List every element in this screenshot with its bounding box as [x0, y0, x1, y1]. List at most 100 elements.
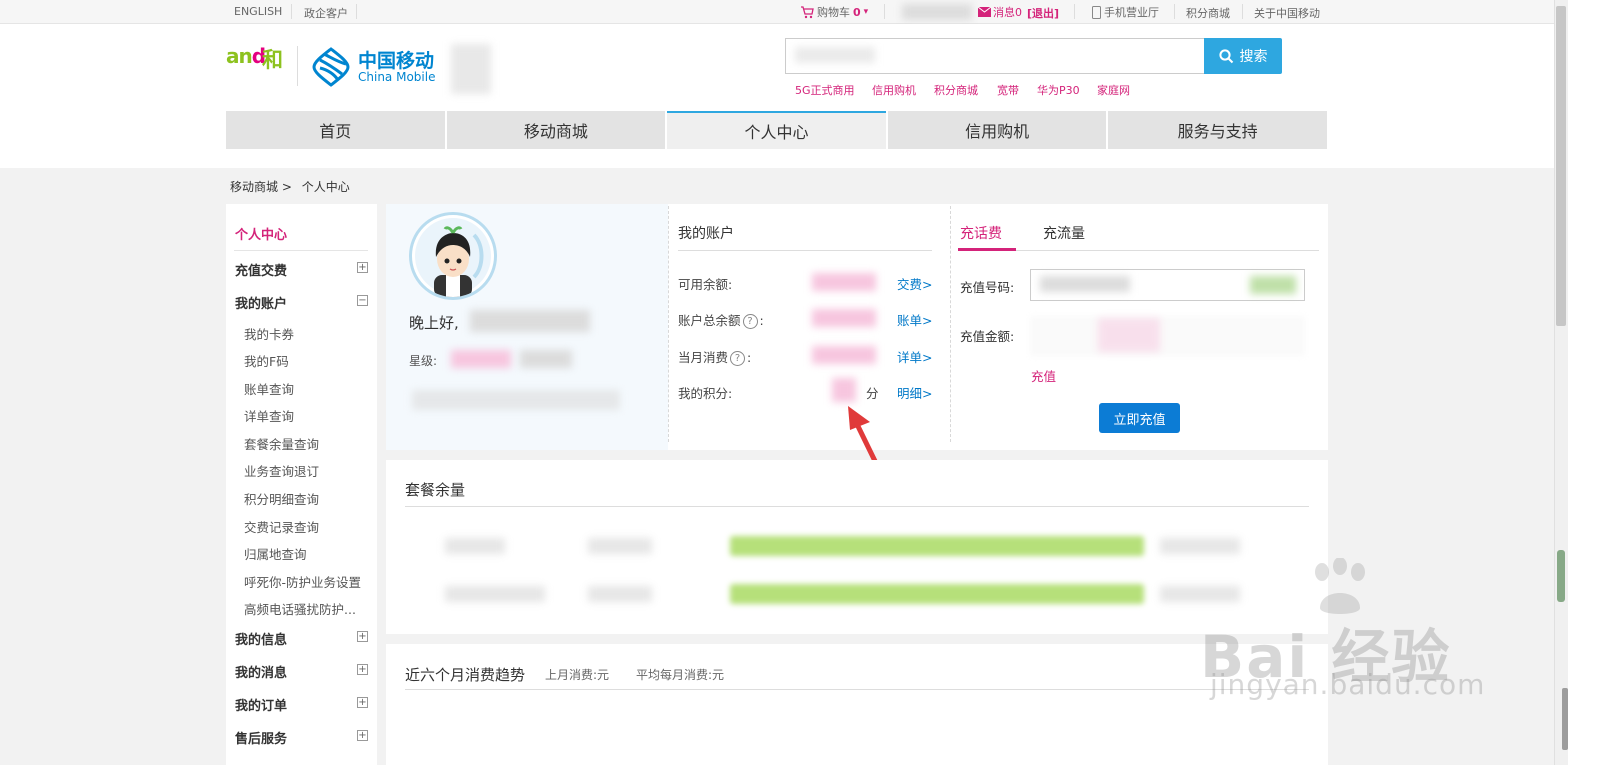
- divider: [405, 689, 1309, 690]
- pay-link[interactable]: 交费>: [897, 274, 932, 293]
- sidebar-sub-business[interactable]: 业务查询退订: [244, 461, 319, 480]
- sidebar-sub-bill[interactable]: 账单查询: [244, 379, 294, 398]
- about-link[interactable]: 关于中国移动: [1254, 5, 1320, 21]
- points-mall-link[interactable]: 积分商城: [1186, 5, 1230, 21]
- avatar[interactable]: [409, 212, 497, 300]
- expand-icon[interactable]: +: [357, 664, 368, 675]
- hot-link-points-mall[interactable]: 积分商城: [934, 82, 978, 98]
- phone-icon: [1092, 5, 1101, 19]
- chevron-down-icon: ▾: [863, 7, 869, 17]
- star-extra-redacted: [520, 350, 572, 368]
- recharge-now-button[interactable]: 立即充值: [1099, 403, 1180, 433]
- points-value: [832, 378, 856, 402]
- side-widget[interactable]: [1557, 550, 1565, 602]
- collapse-icon[interactable]: −: [357, 295, 368, 306]
- trend-title: 近六个月消费趋势: [405, 666, 526, 684]
- divider: [884, 4, 885, 19]
- package-title: 套餐余量: [405, 481, 466, 499]
- username-redacted: [902, 4, 972, 20]
- help-icon[interactable]: ?: [730, 351, 746, 366]
- hot-link-5g[interactable]: 5G正式商用: [795, 82, 855, 98]
- account-title: 我的账户: [678, 226, 734, 242]
- avg-month-spend: 平均每月消费:元: [636, 668, 725, 682]
- tab-recharge-fee[interactable]: 充话费: [960, 223, 1002, 243]
- breadcrumb-parent[interactable]: 移动商城: [230, 180, 278, 194]
- amount-option-selected[interactable]: [1098, 318, 1160, 352]
- hot-link-broadband[interactable]: 宽带: [997, 82, 1019, 98]
- baidu-watermark: Bai 经验 jingyan.baidu.com: [1200, 558, 1484, 701]
- sidebar-item-recharge[interactable]: 充值交费: [235, 260, 287, 279]
- logout-link[interactable]: [退出]: [1027, 5, 1059, 21]
- package-progress-bar: [730, 536, 1144, 556]
- sidebar-item-messages[interactable]: 我的消息: [235, 662, 287, 681]
- main-nav: 首页 移动商城 个人中心 信用购机 服务与支持: [226, 111, 1327, 149]
- recharge-number-redacted: [1040, 276, 1130, 292]
- sidebar-sub-harass[interactable]: 高频电话骚扰防护...: [244, 599, 356, 618]
- bill-link[interactable]: 账单>: [897, 310, 932, 329]
- package-row-label-redacted: [445, 586, 545, 602]
- search-button[interactable]: 搜索: [1204, 38, 1282, 74]
- divider: [1242, 4, 1243, 19]
- tab-recharge-data[interactable]: 充流量: [1043, 223, 1085, 243]
- sidebar-sub-coupons[interactable]: 我的卡券: [244, 324, 294, 343]
- and-logo[interactable]: and: [226, 44, 266, 68]
- divider: [234, 250, 368, 251]
- greeting: 晚上好,: [409, 314, 459, 332]
- package-row-label-redacted: [445, 538, 505, 554]
- help-icon[interactable]: ?: [742, 314, 758, 329]
- sidebar-sub-package[interactable]: 套餐余量查询: [244, 434, 319, 453]
- english-link[interactable]: ENGLISH: [234, 5, 282, 18]
- available-balance-value: [812, 273, 876, 291]
- he-logo-text: 和: [262, 48, 283, 72]
- hot-link-credit-phone[interactable]: 信用购机: [872, 82, 916, 98]
- hot-link-huawei[interactable]: 华为P30: [1037, 82, 1080, 98]
- mobile-hall-label: 手机营业厅: [1104, 6, 1159, 19]
- sidebar-sub-fcode[interactable]: 我的F码: [244, 351, 289, 370]
- sidebar-item-orders[interactable]: 我的订单: [235, 695, 287, 714]
- expand-icon[interactable]: +: [357, 631, 368, 642]
- nav-home[interactable]: 首页: [226, 111, 445, 149]
- sidebar-item-after-sales[interactable]: 售后服务: [235, 728, 287, 747]
- detail-link[interactable]: 详单>: [897, 347, 932, 366]
- message-link[interactable]: 消息0: [978, 4, 1022, 20]
- sidebar-item-account[interactable]: 我的账户: [235, 293, 287, 312]
- expand-icon[interactable]: +: [357, 262, 368, 273]
- recharge-amount-options[interactable]: [1030, 316, 1305, 356]
- recharge-link[interactable]: 充值: [1031, 366, 1056, 385]
- package-progress-bar: [730, 584, 1144, 604]
- sidebar-sub-payments[interactable]: 交费记录查询: [244, 517, 319, 536]
- sidebar-sub-protection[interactable]: 呼死你-防护业务设置: [244, 572, 361, 591]
- total-balance-value: [812, 309, 876, 327]
- sidebar-sub-points[interactable]: 积分明细查询: [244, 489, 319, 508]
- sidebar-sub-detail[interactable]: 详单查询: [244, 406, 294, 425]
- sidebar-sub-location[interactable]: 归属地查询: [244, 544, 307, 563]
- china-mobile-logo-icon[interactable]: [310, 46, 352, 88]
- nav-service[interactable]: 服务与支持: [1108, 111, 1327, 149]
- top-utility-bar: ENGLISH 政企客户 购物车 0 ▾ 消息0 [退出] 手机营业厅 积分商城…: [0, 0, 1554, 24]
- points-detail-link[interactable]: 明细>: [897, 383, 932, 402]
- divider: [297, 46, 298, 86]
- mobile-hall-link[interactable]: 手机营业厅: [1092, 4, 1159, 20]
- nav-personal-center[interactable]: 个人中心: [667, 111, 886, 149]
- sidebar-title[interactable]: 个人中心: [235, 224, 287, 243]
- scrollbar-thumb[interactable]: [1556, 6, 1566, 326]
- breadcrumb: 移动商城 > 个人中心: [230, 178, 350, 195]
- total-balance-row: 账户总余额?:: [678, 310, 764, 329]
- recharge-amount-label: 充值金额:: [960, 329, 1015, 344]
- enterprise-link[interactable]: 政企客户: [304, 5, 348, 21]
- cart-link[interactable]: 购物车 0 ▾: [800, 4, 868, 20]
- month-spend-value: [812, 346, 876, 364]
- nav-credit-phone[interactable]: 信用购机: [887, 111, 1107, 149]
- side-widget[interactable]: [1562, 688, 1568, 750]
- points-label: 我的积分:: [678, 386, 733, 401]
- user-detail-redacted: [412, 390, 620, 410]
- expand-icon[interactable]: +: [357, 697, 368, 708]
- hot-link-family[interactable]: 家庭网: [1097, 82, 1130, 98]
- sidebar-item-info[interactable]: 我的信息: [235, 629, 287, 648]
- package-row-value-redacted: [588, 586, 652, 602]
- star-level-redacted: [451, 350, 511, 368]
- package-row-remain-redacted: [1160, 538, 1240, 554]
- expand-icon[interactable]: +: [357, 730, 368, 741]
- nav-mall[interactable]: 移动商城: [446, 111, 666, 149]
- cart-icon: [801, 5, 814, 18]
